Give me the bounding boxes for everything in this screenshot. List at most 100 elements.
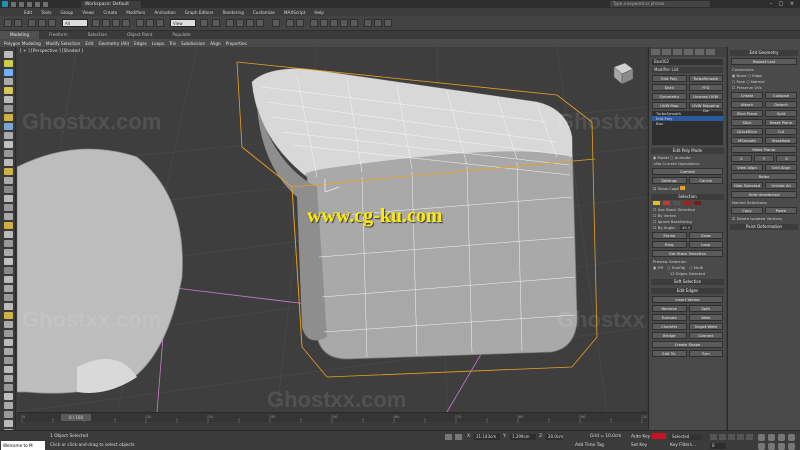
scale-button[interactable]: [156, 19, 164, 27]
hierarchy-icon[interactable]: [4, 204, 13, 211]
rendered-frame-button[interactable]: [374, 19, 382, 27]
bones-filter-icon[interactable]: [4, 141, 13, 148]
shell-button[interactable]: Shell: [652, 84, 687, 91]
motion-tab-icon[interactable]: [684, 49, 693, 55]
create-shape-button[interactable]: Create Shape: [652, 341, 723, 348]
vertex-mode-icon[interactable]: [653, 201, 660, 205]
time-slider[interactable]: 0 / 100: [61, 414, 91, 421]
unfreeze-icon[interactable]: [4, 285, 13, 292]
menu-item-modifiers[interactable]: Modifiers: [126, 10, 145, 15]
attach-button[interactable]: Attach: [731, 101, 763, 108]
ring-button[interactable]: Ring: [652, 241, 687, 248]
lock-selection-icon[interactable]: [445, 434, 452, 440]
tab-populate[interactable]: Populate: [162, 31, 200, 39]
x-button[interactable]: X: [731, 155, 752, 162]
key-set-dropdown[interactable]: Selected: [670, 434, 702, 440]
region-select-button[interactable]: [112, 19, 120, 27]
play-icon[interactable]: [728, 434, 735, 440]
cut-button[interactable]: Cut: [765, 128, 797, 135]
view-align-button[interactable]: View Align: [731, 164, 763, 171]
ribbon-item-align[interactable]: Align: [210, 41, 221, 46]
containers-filter-icon[interactable]: [4, 150, 13, 157]
menu-item-maxscript[interactable]: MAXScript: [284, 10, 306, 15]
copy-button[interactable]: Copy: [731, 207, 763, 214]
layer-icon[interactable]: [4, 213, 13, 220]
unhide-all-button[interactable]: Unhide All: [765, 182, 797, 189]
close-icon[interactable]: ×: [789, 1, 795, 7]
go-to-start-icon[interactable]: [710, 434, 717, 440]
add-time-tag-button[interactable]: Add Time Tag: [575, 443, 604, 448]
render-production-button[interactable]: [384, 19, 392, 27]
frozen-filter-icon[interactable]: [4, 159, 13, 166]
object-icon[interactable]: [4, 375, 13, 382]
split-button[interactable]: Split: [688, 305, 723, 312]
unlink-icon[interactable]: [4, 393, 13, 400]
minimize-icon[interactable]: –: [768, 1, 774, 7]
face-radio[interactable]: ○ Face: [732, 79, 745, 84]
turbosmooth-button[interactable]: TurboSmooth: [688, 75, 723, 82]
unlock-icon[interactable]: [4, 267, 13, 274]
workspace-dropdown[interactable]: Workspace: Default: [81, 0, 141, 8]
uvw-mapping-cle-button[interactable]: UVW Mapping Cle: [688, 102, 723, 113]
undo-icon[interactable]: [35, 1, 40, 7]
edge-mode-icon[interactable]: [663, 201, 671, 205]
maximize-viewport-icon[interactable]: [788, 443, 795, 450]
collapse-icon[interactable]: [4, 240, 13, 247]
y-coordinate-field[interactable]: 1.299cm: [510, 434, 536, 440]
layer-manager-button[interactable]: [310, 19, 318, 27]
none-filter-icon[interactable]: [4, 186, 13, 193]
window-crossing-button[interactable]: [122, 19, 130, 27]
utilities-tab-icon[interactable]: [706, 49, 715, 55]
mirror-button[interactable]: [286, 19, 294, 27]
paste-button[interactable]: Paste: [765, 207, 797, 214]
cameras-filter-icon[interactable]: [4, 96, 13, 103]
preview-multi-radio[interactable]: ○ Multi: [689, 265, 703, 270]
select-link-button[interactable]: [28, 19, 36, 27]
ribbon-item-tris[interactable]: Tris: [169, 41, 176, 46]
filter-icon[interactable]: [4, 411, 13, 418]
maximize-icon[interactable]: □: [778, 1, 784, 7]
cancel-button[interactable]: Cancel: [688, 177, 723, 184]
previous-frame-icon[interactable]: [719, 434, 726, 440]
msmooth-button[interactable]: MSmooth: [731, 137, 763, 144]
tab-object-paint[interactable]: Object Paint: [117, 31, 162, 39]
curve-editor-button[interactable]: [330, 19, 338, 27]
make-planar-button[interactable]: Make Planar: [731, 146, 797, 153]
selection-filter-dropdown[interactable]: All: [62, 19, 88, 27]
key-filters-button[interactable]: Key Filters...: [670, 443, 696, 448]
reset-plane-button[interactable]: Reset Plane: [765, 119, 797, 126]
stack-item-box[interactable]: Box: [652, 121, 723, 126]
bind-spacewarp-button[interactable]: [48, 19, 56, 27]
chamfer-button[interactable]: Chamfer: [652, 323, 687, 330]
lights-filter-icon[interactable]: [4, 87, 13, 94]
preserve-uvs-checkbox[interactable]: ☐ Preserve UVs: [732, 85, 796, 90]
preview-off-radio[interactable]: ◉ Off: [653, 265, 663, 270]
next-frame-icon[interactable]: [737, 434, 744, 440]
menu-item-rendering[interactable]: Rendering: [222, 10, 243, 15]
light-icon[interactable]: [4, 330, 13, 337]
hide-unselected-button[interactable]: Hide Unselected: [731, 191, 797, 198]
move-button[interactable]: [136, 19, 144, 27]
helpers-filter-icon[interactable]: [4, 105, 13, 112]
save-icon[interactable]: [27, 1, 32, 7]
remove-button[interactable]: Remove: [652, 305, 687, 312]
field-of-view-icon[interactable]: [758, 443, 765, 450]
connect-button[interactable]: Connect: [688, 332, 723, 339]
uvw-map-button[interactable]: UVW Map: [652, 102, 687, 109]
menu-item-group[interactable]: Group: [60, 10, 73, 15]
get-stack-selection-button[interactable]: Get Stack Selection: [652, 250, 723, 257]
expand-icon[interactable]: [4, 231, 13, 238]
extrude-button[interactable]: Extrude: [652, 314, 687, 321]
invert-filter-icon[interactable]: [4, 195, 13, 202]
set-key-button[interactable]: Set Key: [631, 443, 647, 448]
ribbon-item-edit[interactable]: Edit: [85, 41, 93, 46]
slice-plane-button[interactable]: Slice Plane: [731, 110, 763, 117]
tab-freeform[interactable]: Freeform: [39, 31, 78, 39]
menu-item-help[interactable]: Help: [314, 10, 324, 15]
z-button[interactable]: Z: [776, 155, 798, 162]
ribbon-item-properties[interactable]: Properties: [226, 41, 247, 46]
none-radio[interactable]: ◉ None: [732, 73, 746, 78]
orbit-icon[interactable]: [778, 443, 785, 450]
find-icon[interactable]: [4, 249, 13, 256]
select-by-name-button[interactable]: [102, 19, 110, 27]
